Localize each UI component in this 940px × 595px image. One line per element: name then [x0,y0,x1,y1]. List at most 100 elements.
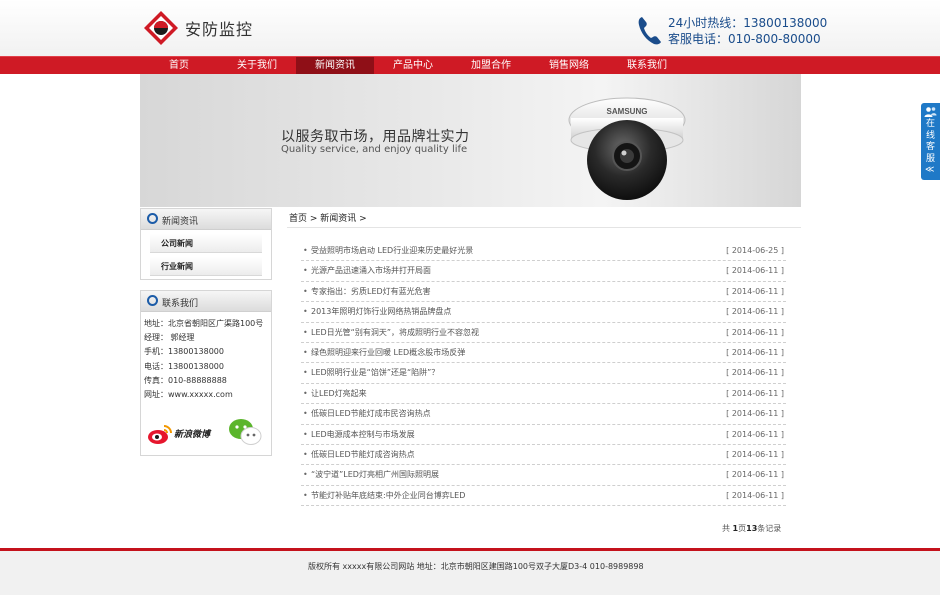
sidebar-news-title: 新闻资讯 [162,217,199,227]
news-date: [ 2014-06-11 ] [726,307,784,317]
online-service-tab[interactable]: 在线客服 ≪ [921,103,940,180]
contact-details: 地址：北京省朝阳区广渠路100号 经理： 郭经理 手机：13800138000 … [141,312,271,402]
bullet-icon: • [303,368,308,378]
sidebar-item-industry-news[interactable]: 行业新闻 [150,257,262,276]
pager-count: 13 [746,524,758,533]
service-label: 客服电话： [668,32,729,46]
nav-item-products[interactable]: 产品中心 [374,57,452,75]
site-footer: 版权所有 xxxxx有限公司网站 地址：北京市朝阳区建国路100号双子大厦D3-… [0,551,940,595]
news-date: [ 2014-06-11 ] [726,266,784,276]
news-title[interactable]: 节能灯补贴年底结束:中外企业同台博弈LED [311,486,465,506]
bullet-icon: • [303,409,308,419]
pagination-summary: 共 1页13条记录 [722,523,781,534]
wechat-icon[interactable] [227,417,263,447]
list-item[interactable]: • 低碳日LED节能灯成市民咨询热点 [ 2014-06-11 ] [301,404,786,425]
weibo-label: 新浪微博 [174,430,211,440]
news-title[interactable]: 让LED灯亮起来 [311,384,367,404]
list-item[interactable]: • 2013年照明灯饰行业网络热销品牌盘点 [ 2014-06-11 ] [301,302,786,323]
hotline-line: 24小时热线：13800138000 [668,14,827,31]
social-links: 新浪微博 [147,417,267,449]
news-date: [ 2014-06-11 ] [726,327,784,337]
news-title[interactable]: 受益照明市场启动 LED行业迎来历史最好光景 [311,241,473,261]
service-number: 010-800-80000 [728,32,821,46]
sidebar-item-company-news[interactable]: 公司新闻 [150,234,262,253]
list-item[interactable]: • 专家指出：劣质LED灯有蓝光危害 [ 2014-06-11 ] [301,282,786,303]
weibo-link[interactable]: 新浪微博 [147,423,217,445]
service-tab-label: 在线客服 [926,119,936,164]
pager-suffix: 条记录 [757,524,782,533]
news-list: • 受益照明市场启动 LED行业迎来历史最好光景[ 2014-06-25 ] • 光… [301,241,786,507]
news-date: [ 2014-06-25 ] [726,246,784,255]
news-date: [ 2014-06-11 ] [726,388,784,398]
main-nav: 首页 关于我们 新闻资讯 产品中心 加盟合作 销售网络 联系我们 [0,56,940,75]
list-item[interactable]: • 光源产品迅速涌入市场并打开局面 [ 2014-06-11 ] [301,261,786,282]
contact-phone: 电话：13800138000 [144,361,224,371]
contact-fax: 传真：010-88888888 [144,375,227,385]
news-title[interactable]: “波宁道”LED灯亮相广州国际照明展 [311,465,439,485]
bullet-icon: • [303,388,308,398]
bullet-icon: • [303,470,308,480]
news-title[interactable]: 专家指出：劣质LED灯有蓝光危害 [311,282,431,302]
users-icon [924,107,937,117]
news-title[interactable]: 2013年照明灯饰行业网络热销品牌盘点 [311,302,451,322]
list-item[interactable]: • LED照明行业是“馅饼”还是“陷阱”？ [ 2014-06-11 ] [301,363,786,384]
nav-item-news[interactable]: 新闻资讯 [296,57,374,75]
news-date: [ 2014-06-11 ] [726,409,784,419]
weibo-icon [148,425,172,444]
contact-mobile: 手机：13800138000 [144,347,224,357]
banner-subtitle: Quality service, and enjoy quality life [281,144,468,155]
bullet-icon: • [303,286,308,296]
list-item[interactable]: • “波宁道”LED灯亮相广州国际照明展 [ 2014-06-11 ] [301,465,786,486]
nav-item-sales-network[interactable]: 销售网络 [530,57,608,75]
nav-item-franchise[interactable]: 加盟合作 [452,57,530,75]
pager-prefix: 共 [722,524,730,533]
nav-item-home[interactable]: 首页 [140,57,218,75]
sidebar-news-box: 新闻资讯 公司新闻 行业新闻 [140,208,272,280]
divider [287,227,801,228]
bullet-icon: • [303,429,308,439]
news-title[interactable]: 绿色照明迎来行业回暖 LED概念股市场反弹 [311,343,465,363]
banner-title: 以服务取市场，用品牌壮实力 [281,129,470,145]
news-date: [ 2014-06-11 ] [726,429,784,439]
dome-camera-image: SAMSUNG [568,97,686,200]
list-item[interactable]: • 受益照明市场启动 LED行业迎来历史最好光景 [ 2014-06-25 ] [301,241,786,262]
hotline-block: 24小时热线：13800138000 客服电话：010-800-80000 [636,13,827,49]
breadcrumb[interactable]: 首页 > 新闻资讯 > [289,211,367,224]
news-title[interactable]: LED日光管“别有洞天”，将成照明行业不容忽视 [311,323,479,343]
news-date: [ 2014-06-11 ] [726,490,784,500]
contact-website[interactable]: 网址：www.xxxxx.com [144,388,271,402]
sidebar-contact-title: 联系我们 [162,299,199,309]
list-item[interactable]: • 绿色照明迎来行业回暖 LED概念股市场反弹 [ 2014-06-11 ] [301,343,786,364]
list-item[interactable]: • 节能灯补贴年底结束:中外企业同台博弈LED [ 2014-06-11 ] [301,486,786,507]
sidebar-contact-box: 联系我们 地址：北京省朝阳区广渠路100号 经理： 郭经理 手机：1380013… [140,290,272,456]
logo-text: 安防监控 [185,20,254,39]
news-title[interactable]: LED照明行业是“馅饼”还是“陷阱”？ [311,363,439,383]
news-date: [ 2014-06-11 ] [726,470,784,480]
collapse-arrow-icon[interactable]: ≪ [925,165,934,175]
phone-icon [638,17,661,45]
news-title[interactable]: 低碳日LED节能灯成市民咨询热点 [311,404,431,424]
footer-copyright: 版权所有 xxxxx有限公司网站 地址：北京市朝阳区建国路100号双子大厦D3-… [308,562,644,571]
news-title[interactable]: 低碳日LED节能灯成咨询热点 [311,445,415,465]
bullet-icon: • [303,490,308,500]
hero-banner: 以服务取市场，用品牌壮实力 Quality service, and enjoy… [140,74,801,207]
bullet-icon: • [303,449,308,459]
list-item[interactable]: • LED日光管“别有洞天”，将成照明行业不容忽视 [ 2014-06-11 ] [301,323,786,343]
contact-address: 地址：北京省朝阳区广渠路100号 [144,319,264,328]
bullet-icon: • [303,307,308,317]
camera-brand-text: SAMSUNG [607,107,648,116]
nav-item-about[interactable]: 关于我们 [218,57,296,75]
bullet-icon: • [303,246,308,255]
sidebar-contact-header: 联系我们 [141,291,271,312]
sidebar-news-header: 新闻资讯 [141,209,271,230]
list-item[interactable]: • 让LED灯亮起来 [ 2014-06-11 ] [301,384,786,405]
nav-item-contact[interactable]: 联系我们 [608,57,686,75]
list-item[interactable]: • 低碳日LED节能灯成咨询热点 [ 2014-06-11 ] [301,445,786,466]
news-title[interactable]: 光源产品迅速涌入市场并打开局面 [311,261,431,281]
news-date: [ 2014-06-11 ] [726,449,784,459]
news-title[interactable]: LED电源成本控制与市场发展 [311,425,415,445]
bullet-icon: • [303,347,308,357]
bullet-icon: • [303,327,308,337]
site-logo[interactable]: 安防监控 [143,8,293,48]
list-item[interactable]: • LED电源成本控制与市场发展 [ 2014-06-11 ] [301,425,786,445]
